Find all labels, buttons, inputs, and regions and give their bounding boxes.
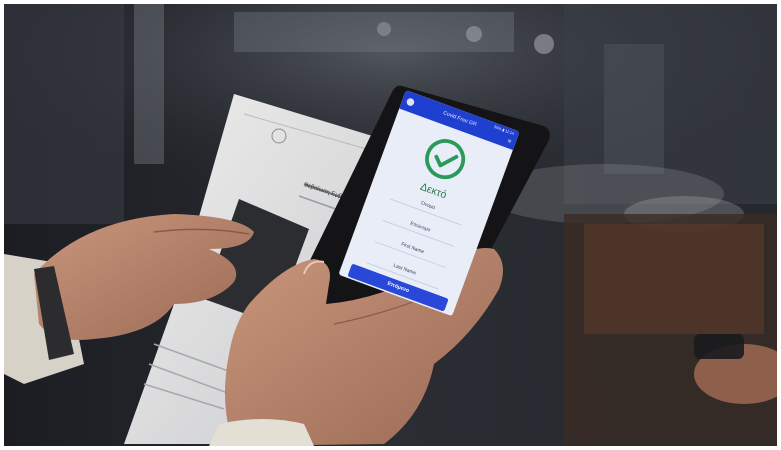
checkmark-icon bbox=[425, 139, 466, 180]
menu-icon[interactable]: ≡ bbox=[507, 137, 513, 145]
photo-frame: Βεβαίωση Εμβ Covid Free GR 56% ▮ 11:14 ≡ bbox=[4, 4, 777, 446]
